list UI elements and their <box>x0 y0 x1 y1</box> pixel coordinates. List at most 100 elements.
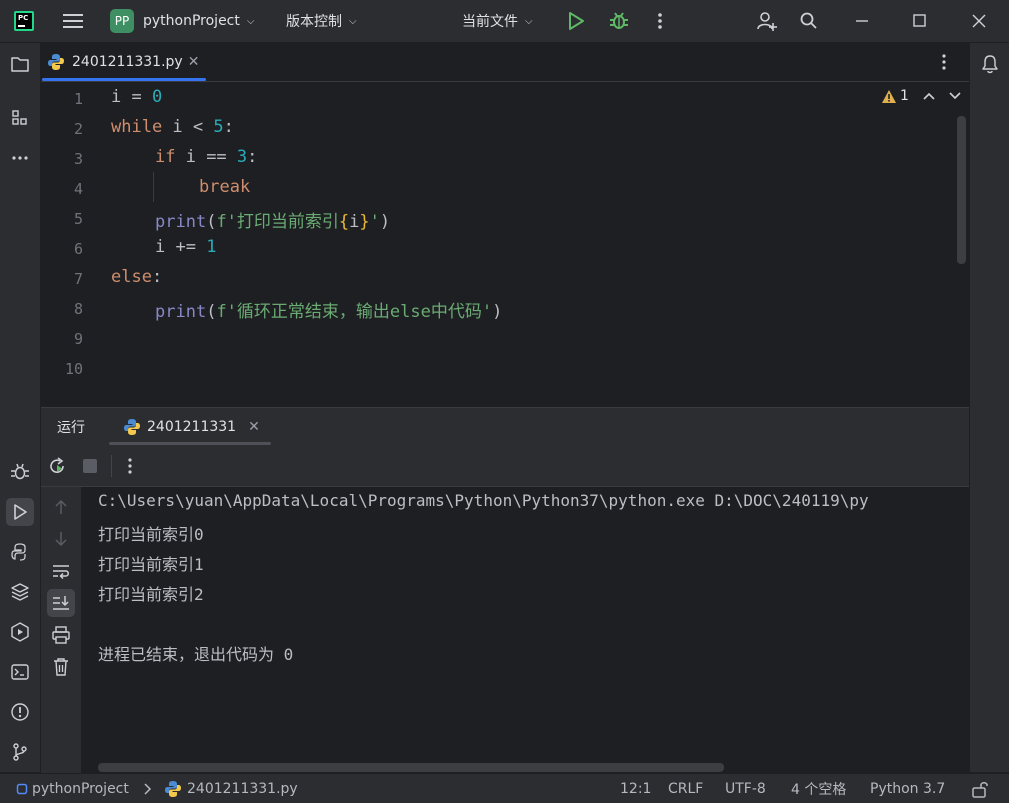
git-tool-button[interactable] <box>6 738 34 766</box>
stop-button[interactable] <box>82 458 98 474</box>
indent-settings[interactable]: 4 个空格 <box>791 774 846 803</box>
project-tool-button[interactable] <box>6 50 34 78</box>
stop-icon <box>83 459 97 473</box>
code-with-me-button[interactable] <box>756 0 778 42</box>
breadcrumb-project[interactable]: pythonProject <box>16 774 129 803</box>
arrow-down-icon <box>55 532 67 547</box>
rerun-icon <box>50 457 64 473</box>
line-number: 6 <box>73 240 83 258</box>
main-menu-button[interactable] <box>62 0 84 42</box>
python-console-icon <box>11 543 26 561</box>
run-tool-window: 运行 2401211331 ✕ C:\Users\yuan\AppData\Lo… <box>41 407 969 773</box>
vcs-selector[interactable]: 版本控制 ⌵ <box>286 0 357 42</box>
notifications-button[interactable] <box>976 50 1004 78</box>
console-line: 打印当前索引2 <box>98 585 204 604</box>
run-icon <box>569 12 584 30</box>
pycharm-logo-icon[interactable]: PC <box>14 11 34 31</box>
folder-icon <box>11 57 29 72</box>
breadcrumb-file-label: 2401211331.py <box>187 780 298 797</box>
editor-tab-options-button[interactable] <box>936 53 952 71</box>
scroll-to-end-button[interactable] <box>47 589 75 617</box>
editor-vertical-scrollbar[interactable] <box>957 116 966 264</box>
maximize-window-button[interactable] <box>912 0 928 42</box>
run-config-label: 当前文件 <box>462 14 518 30</box>
line-number: 4 <box>73 180 83 198</box>
code-line-6: i += 1 <box>155 237 217 257</box>
code-editor[interactable]: 1 2 3 4 5 6 7 8 9 10 i = 0 while i < 5: … <box>41 82 969 376</box>
minimize-window-button[interactable] <box>854 0 870 42</box>
python-packages-button[interactable] <box>6 578 34 606</box>
python-file-icon <box>48 54 64 70</box>
problems-tool-button[interactable] <box>6 698 34 726</box>
code-line-3: if i == 3: <box>155 147 258 167</box>
print-button[interactable] <box>47 621 75 649</box>
structure-tool-button[interactable] <box>6 104 34 132</box>
run-tool-button[interactable] <box>6 498 34 526</box>
breadcrumb-file[interactable]: 2401211331.py <box>164 774 298 803</box>
file-encoding[interactable]: UTF-8 <box>725 774 766 803</box>
services-icon <box>11 622 29 642</box>
project-name: pythonProject <box>143 13 240 29</box>
run-button[interactable] <box>566 0 586 42</box>
inspection-widget[interactable]: 1 <box>881 88 961 104</box>
line-number: 3 <box>73 150 83 168</box>
console-output[interactable]: C:\Users\yuan\AppData\Local\Programs\Pyt… <box>81 487 969 773</box>
more-vertical-icon <box>942 54 946 70</box>
module-icon <box>16 783 28 794</box>
line-number: 5 <box>73 210 83 228</box>
chevron-up-icon <box>923 92 935 100</box>
close-icon <box>972 14 986 28</box>
console-side-toolbar <box>41 487 81 773</box>
project-selector[interactable]: PP pythonProject ⌵ <box>110 0 254 42</box>
breadcrumb-separator-icon <box>143 774 153 803</box>
run-config-selector[interactable]: 当前文件 ⌵ <box>462 0 533 42</box>
toolbar-divider <box>111 455 112 477</box>
debug-button[interactable] <box>608 0 630 42</box>
next-highlight-button[interactable] <box>949 91 961 101</box>
right-tool-window-bar <box>969 43 1009 772</box>
line-separator[interactable]: CRLF <box>668 774 703 803</box>
run-toolbar <box>41 446 969 487</box>
editor-tab-file[interactable]: 2401211331.py ✕ <box>47 43 199 81</box>
problems-icon <box>11 703 29 721</box>
console-horizontal-scrollbar[interactable] <box>98 763 724 772</box>
caret-position[interactable]: 12:1 <box>620 774 651 803</box>
warning-icon <box>882 89 896 103</box>
clear-all-button[interactable] <box>47 653 75 681</box>
more-actions-button[interactable] <box>652 0 668 42</box>
search-everywhere-button[interactable] <box>799 0 819 42</box>
close-window-button[interactable] <box>971 0 987 42</box>
more-tools-button[interactable] <box>6 144 34 172</box>
code-line-5: print(f'打印当前索引{i}') <box>155 212 391 232</box>
run-more-button[interactable] <box>123 457 137 475</box>
more-vertical-icon <box>658 13 662 29</box>
close-tab-icon[interactable]: ✕ <box>188 54 200 70</box>
more-vertical-icon <box>128 458 132 474</box>
readonly-toggle[interactable] <box>971 774 989 803</box>
debug-bug-icon <box>610 12 628 29</box>
python-file-icon <box>165 780 181 797</box>
services-tool-button[interactable] <box>6 618 34 646</box>
scroll-down-button[interactable] <box>47 525 75 553</box>
close-tab-icon[interactable]: ✕ <box>248 419 260 435</box>
run-tab-config[interactable]: 2401211331 ✕ <box>123 408 260 446</box>
warnings-count: 1 <box>900 88 909 104</box>
python-console-button[interactable] <box>6 538 34 566</box>
debug-tool-button[interactable] <box>6 458 34 486</box>
soft-wrap-button[interactable] <box>47 557 75 585</box>
code-line-2: while i < 5: <box>111 117 234 137</box>
code-line-8: print(f'循环正常结束，输出else中代码') <box>155 302 503 322</box>
scroll-up-button[interactable] <box>47 493 75 521</box>
code-line-1: i = 0 <box>111 87 163 107</box>
active-run-tab-indicator <box>109 442 271 445</box>
previous-highlight-button[interactable] <box>923 91 935 101</box>
line-number: 9 <box>73 330 83 348</box>
run-tab-bar: 运行 2401211331 ✕ <box>41 408 969 446</box>
terminal-tool-button[interactable] <box>6 658 34 686</box>
chevron-down-icon <box>949 92 961 100</box>
chevron-down-icon: ⌵ <box>349 15 357 27</box>
rerun-button[interactable] <box>47 456 67 476</box>
python-interpreter[interactable]: Python 3.7 <box>870 774 945 803</box>
console-line: 打印当前索引1 <box>98 555 204 574</box>
line-number: 8 <box>73 300 83 318</box>
